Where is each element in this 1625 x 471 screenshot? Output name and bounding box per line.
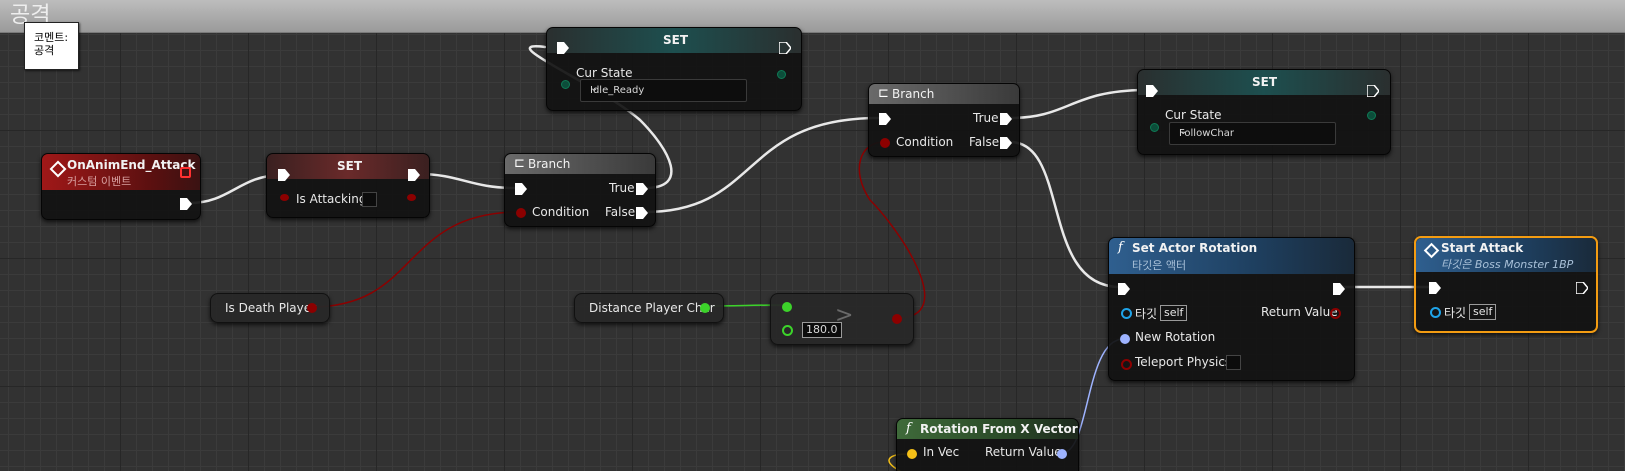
bool-output-pin[interactable] xyxy=(1330,308,1341,319)
vector-input-pin[interactable] xyxy=(907,449,917,459)
return-value-label: Return Value xyxy=(985,445,1062,459)
target-input-pin[interactable] xyxy=(1121,308,1132,319)
function-icon: f xyxy=(906,421,911,436)
chevron-down-icon: ⌄ xyxy=(1179,126,1188,137)
bool-output-pin[interactable] xyxy=(892,314,902,324)
condition-label: Condition xyxy=(896,135,954,149)
set-node-title: SET xyxy=(337,159,363,173)
event-node-title: OnAnimEnd_Attack xyxy=(67,158,196,172)
branch-icon: ⊏ xyxy=(878,86,889,101)
start-attack-subtitle: 타깃은 Boss Monster 1BP xyxy=(1441,258,1574,271)
bool-output-pin[interactable] xyxy=(307,303,317,313)
target-label: 타깃 xyxy=(1135,307,1158,321)
is-death-player-label: Is Death Player xyxy=(225,301,317,315)
return-value-label: Return Value xyxy=(1261,305,1338,319)
set-actor-rotation-subtitle: 타깃은 액터 xyxy=(1132,259,1187,272)
set-actor-rotation-title: Set Actor Rotation xyxy=(1132,241,1258,255)
set-node-title: SET xyxy=(663,33,689,47)
set-actor-rotation-node[interactable]: f Set Actor Rotation 타깃은 액터 타깃 self Retu… xyxy=(1108,237,1355,381)
target-label: 타깃 xyxy=(1444,306,1467,320)
is-attacking-label: Is Attacking xyxy=(296,192,367,206)
comment-tooltip: 코멘트: 공격 xyxy=(24,22,79,70)
branch-node-2[interactable]: ⊏ Branch True Condition False xyxy=(868,83,1020,157)
target-self-value[interactable]: self xyxy=(1160,305,1188,321)
exec-wire xyxy=(643,116,880,214)
cur-state-dropdown[interactable]: FollowChar ⌄ xyxy=(1169,122,1336,145)
set-is-attacking-node[interactable]: SET Is Attacking xyxy=(266,153,430,218)
tooltip-line-1: 코멘트: xyxy=(34,31,69,44)
true-label: True xyxy=(973,111,999,125)
target-input-pin[interactable] xyxy=(1430,307,1441,318)
bool-output-pin[interactable] xyxy=(407,194,416,201)
is-attacking-checkbox[interactable] xyxy=(362,192,377,207)
bool-input-pin[interactable] xyxy=(1121,359,1132,370)
teleport-physics-checkbox[interactable] xyxy=(1226,355,1241,370)
enum-input-pin[interactable] xyxy=(561,80,570,89)
greater-than-operator: > xyxy=(835,303,854,328)
start-attack-node[interactable]: Start Attack 타깃은 Boss Monster 1BP 타깃 sel… xyxy=(1414,236,1598,333)
condition-input-pin[interactable] xyxy=(880,138,890,148)
enum-output-pin[interactable] xyxy=(777,70,786,79)
enum-input-pin[interactable] xyxy=(1150,123,1159,132)
distance-player-char-label: Distance Player Char xyxy=(589,301,715,315)
rotator-input-pin[interactable] xyxy=(1120,334,1130,344)
cur-state-dropdown[interactable]: Idle_Ready ⌄ xyxy=(580,79,747,102)
condition-label: Condition xyxy=(532,205,590,219)
float-output-pin[interactable] xyxy=(700,303,710,313)
true-label: True xyxy=(609,181,635,195)
condition-input-pin[interactable] xyxy=(516,208,526,218)
exec-wire xyxy=(1008,140,1122,289)
start-attack-title: Start Attack xyxy=(1441,241,1524,255)
bool-wire xyxy=(858,141,926,319)
event-node-subtitle: 커스텀 이벤트 xyxy=(67,175,132,188)
rotation-from-x-vector-node[interactable]: f Rotation From X Vector In Vec Return V… xyxy=(896,418,1079,471)
tooltip-line-2: 공격 xyxy=(34,44,55,57)
cur-state-label: Cur State xyxy=(1165,108,1222,122)
greater-than-node[interactable]: 180.0 > xyxy=(770,293,914,345)
teleport-physics-label: Teleport Physics xyxy=(1135,355,1232,369)
enum-output-pin[interactable] xyxy=(1367,111,1376,120)
exec-wire xyxy=(416,172,517,190)
branch-title: Branch xyxy=(892,87,935,101)
bool-input-pin[interactable] xyxy=(280,194,289,201)
false-label: False xyxy=(605,205,636,219)
bool-wire xyxy=(310,211,521,308)
branch-title: Branch xyxy=(528,157,571,171)
is-death-player-getter[interactable]: Is Death Player xyxy=(210,293,330,323)
in-vec-label: In Vec xyxy=(923,445,960,459)
branch-node-1[interactable]: ⊏ Branch True Condition False xyxy=(504,153,656,227)
set-cur-state-idle-node[interactable]: SET Cur State Idle_Ready ⌄ xyxy=(546,27,802,111)
event-node-on-anim-end-attack[interactable]: OnAnimEnd_Attack 커스텀 이벤트 xyxy=(41,153,201,220)
exec-wire xyxy=(1008,88,1150,120)
target-self-value[interactable]: self xyxy=(1469,304,1497,320)
blueprint-graph-canvas[interactable]: 공격 코멘트: 공격 OnAnimEnd_Attack 커스텀 이벤트 SET … xyxy=(0,0,1625,471)
false-label: False xyxy=(969,135,1000,149)
rotation-from-x-vector-title: Rotation From X Vector xyxy=(920,422,1078,436)
float-input-pin-b[interactable] xyxy=(782,325,793,336)
float-input-pin-a[interactable] xyxy=(782,302,792,312)
chevron-down-icon: ⌄ xyxy=(590,83,599,94)
branch-icon: ⊏ xyxy=(514,156,525,171)
set-node-title: SET xyxy=(1252,75,1278,89)
new-rotation-label: New Rotation xyxy=(1135,330,1216,344)
function-icon: f xyxy=(1118,240,1123,255)
set-cur-state-follow-node[interactable]: SET Cur State FollowChar ⌄ xyxy=(1137,69,1391,155)
distance-player-char-getter[interactable]: Distance Player Char xyxy=(574,293,724,323)
delegate-pin[interactable] xyxy=(180,167,191,178)
cur-state-label: Cur State xyxy=(576,66,633,80)
rotator-output-pin[interactable] xyxy=(1057,449,1067,459)
